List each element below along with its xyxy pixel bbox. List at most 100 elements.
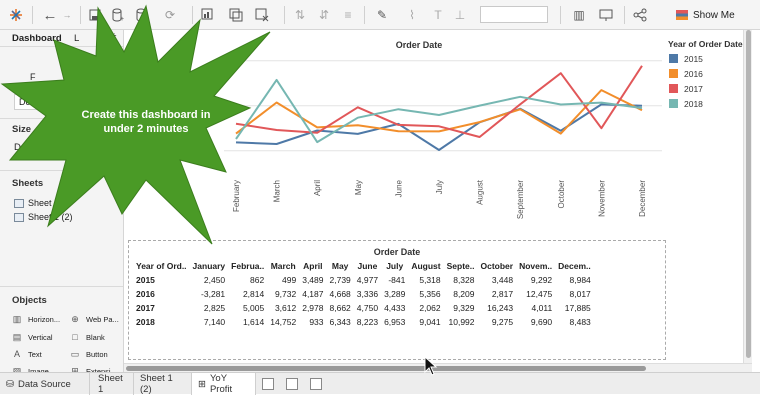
column-header[interactable]: July xyxy=(381,259,408,273)
table-cell[interactable]: 14,752 xyxy=(267,315,299,329)
sort-ascending-icon[interactable]: ⇵ xyxy=(316,7,332,23)
table-cell[interactable]: 2,817 xyxy=(478,287,517,301)
table-cell[interactable]: 10,992 xyxy=(444,315,478,329)
show-me-label: Show Me xyxy=(693,9,735,21)
column-header[interactable]: March xyxy=(267,259,299,273)
table-cell[interactable]: 8,017 xyxy=(555,287,594,301)
table-cell[interactable]: 8,223 xyxy=(354,315,381,329)
table-cell[interactable]: 8,209 xyxy=(444,287,478,301)
sort-descending-icon[interactable]: ≡ xyxy=(340,7,356,23)
crosstab-sheet[interactable]: Order Date Year of Ord.. January Februa.. M… xyxy=(128,240,666,360)
table-cell[interactable]: 499 xyxy=(267,273,299,287)
table-cell[interactable]: 12,475 xyxy=(516,287,555,301)
table-cell[interactable]: 4,750 xyxy=(354,301,381,315)
table-cell[interactable]: 3,448 xyxy=(478,273,517,287)
table-cell[interactable]: 5,318 xyxy=(408,273,443,287)
presentation-icon[interactable] xyxy=(598,7,614,23)
table-cell[interactable]: 3,336 xyxy=(354,287,381,301)
table-cell[interactable]: 4,433 xyxy=(381,301,408,315)
table-cell[interactable]: 9,690 xyxy=(516,315,555,329)
vertical-scrollbar[interactable] xyxy=(743,30,752,363)
x-tick-label: October xyxy=(557,180,566,209)
object-label: Blank xyxy=(86,332,105,342)
column-header[interactable]: Februa.. xyxy=(228,259,267,273)
table-cell[interactable]: 862 xyxy=(228,273,267,287)
tab-data-source[interactable]: ⛁ Data Source xyxy=(0,373,90,395)
table-cell[interactable]: 6,343 xyxy=(327,315,354,329)
table-cell[interactable]: 16,243 xyxy=(478,301,517,315)
object-button[interactable]: ▭ Button xyxy=(70,349,108,360)
show-me-button[interactable]: Show Me xyxy=(676,6,746,24)
table-cell[interactable]: 2,978 xyxy=(299,301,326,315)
pin-icon[interactable]: ⊥ xyxy=(452,7,468,23)
table-cell[interactable]: 5,356 xyxy=(408,287,443,301)
tab-sheet-1-2[interactable]: Sheet 1 (2) xyxy=(134,373,192,395)
column-header[interactable]: Novem.. xyxy=(516,259,555,273)
tab-yoy-profit[interactable]: ⊞ YoY Profit xyxy=(192,373,256,395)
table-cell[interactable]: 1,614 xyxy=(228,315,267,329)
new-dashboard-tab-icon[interactable] xyxy=(286,378,298,390)
table-cell[interactable]: 7,140 xyxy=(190,315,229,329)
sheet-tab-bar: ⛁ Data Source Sheet 1 Sheet 1 (2) ⊞ YoY Pr… xyxy=(0,372,760,395)
table-cell[interactable]: 2,814 xyxy=(228,287,267,301)
table-cell[interactable]: 9,329 xyxy=(444,301,478,315)
table-cell[interactable]: 2,450 xyxy=(190,273,229,287)
tab-label: YoY Profit xyxy=(209,373,233,395)
table-cell[interactable]: 4,977 xyxy=(354,273,381,287)
table-cell[interactable]: 6,953 xyxy=(381,315,408,329)
vertical-scroll-thumb[interactable] xyxy=(746,30,751,358)
column-header[interactable]: May xyxy=(327,259,354,273)
table-cell[interactable]: 933 xyxy=(299,315,326,329)
column-header[interactable]: October xyxy=(478,259,517,273)
table-cell[interactable]: 2,739 xyxy=(327,273,354,287)
table-cell[interactable]: 8,483 xyxy=(555,315,594,329)
table-cell[interactable]: 9,732 xyxy=(267,287,299,301)
fit-dropdown[interactable] xyxy=(480,6,548,23)
table-cell[interactable]: 3,489 xyxy=(299,273,326,287)
object-vertical[interactable]: ▤ Vertical xyxy=(12,332,53,343)
table-cell[interactable]: 5,005 xyxy=(228,301,267,315)
label-icon[interactable]: T xyxy=(430,7,446,23)
table-cell[interactable]: -841 xyxy=(381,273,408,287)
tab-sheet-1[interactable]: Sheet 1 xyxy=(92,373,134,395)
column-header[interactable]: Decem.. xyxy=(555,259,594,273)
table-cell[interactable]: -3,281 xyxy=(190,287,229,301)
table-cell[interactable]: 2,062 xyxy=(408,301,443,315)
horizontal-scrollbar[interactable] xyxy=(124,363,752,372)
year-cell[interactable]: 2015 xyxy=(133,273,190,287)
table-cell[interactable]: 8,328 xyxy=(444,273,478,287)
horizontal-scroll-thumb[interactable] xyxy=(126,366,646,371)
highlight-icon[interactable]: ✎ xyxy=(374,7,390,23)
new-worksheet-tab-icon[interactable] xyxy=(262,378,274,390)
table-cell[interactable]: 2,825 xyxy=(190,301,229,315)
fix-axes-icon[interactable]: ▥ xyxy=(570,7,588,23)
table-cell[interactable]: 9,292 xyxy=(516,273,555,287)
table-cell[interactable]: 17,885 xyxy=(555,301,594,315)
legend-swatch-2018 xyxy=(669,99,678,108)
column-header[interactable]: Septe.. xyxy=(444,259,478,273)
table-cell[interactable]: 4,011 xyxy=(516,301,555,315)
table-cell[interactable]: 9,041 xyxy=(408,315,443,329)
object-text[interactable]: A Text xyxy=(12,349,42,359)
object-blank[interactable]: □ Blank xyxy=(70,332,105,342)
share-icon[interactable] xyxy=(632,7,648,23)
mouse-cursor-icon xyxy=(424,356,438,376)
column-header[interactable]: January xyxy=(190,259,229,273)
table-cell[interactable]: 8,662 xyxy=(327,301,354,315)
year-cell[interactable]: 2018 xyxy=(133,315,190,329)
object-horizontal[interactable]: ▥ Horizon... xyxy=(12,314,60,325)
table-cell[interactable]: 9,275 xyxy=(478,315,517,329)
year-cell[interactable]: 2017 xyxy=(133,301,190,315)
new-story-tab-icon[interactable] xyxy=(310,378,322,390)
object-web-page[interactable]: ⊕ Web Pa... xyxy=(70,314,119,325)
table-cell[interactable]: 4,187 xyxy=(299,287,326,301)
table-cell[interactable]: 4,668 xyxy=(327,287,354,301)
column-header[interactable]: August xyxy=(408,259,443,273)
table-cell[interactable]: 3,612 xyxy=(267,301,299,315)
year-cell[interactable]: 2016 xyxy=(133,287,190,301)
group-icon[interactable]: ⌇ xyxy=(404,7,420,23)
table-cell[interactable]: 8,984 xyxy=(555,273,594,287)
column-header[interactable]: April xyxy=(299,259,326,273)
column-header[interactable]: June xyxy=(354,259,381,273)
table-cell[interactable]: 3,289 xyxy=(381,287,408,301)
